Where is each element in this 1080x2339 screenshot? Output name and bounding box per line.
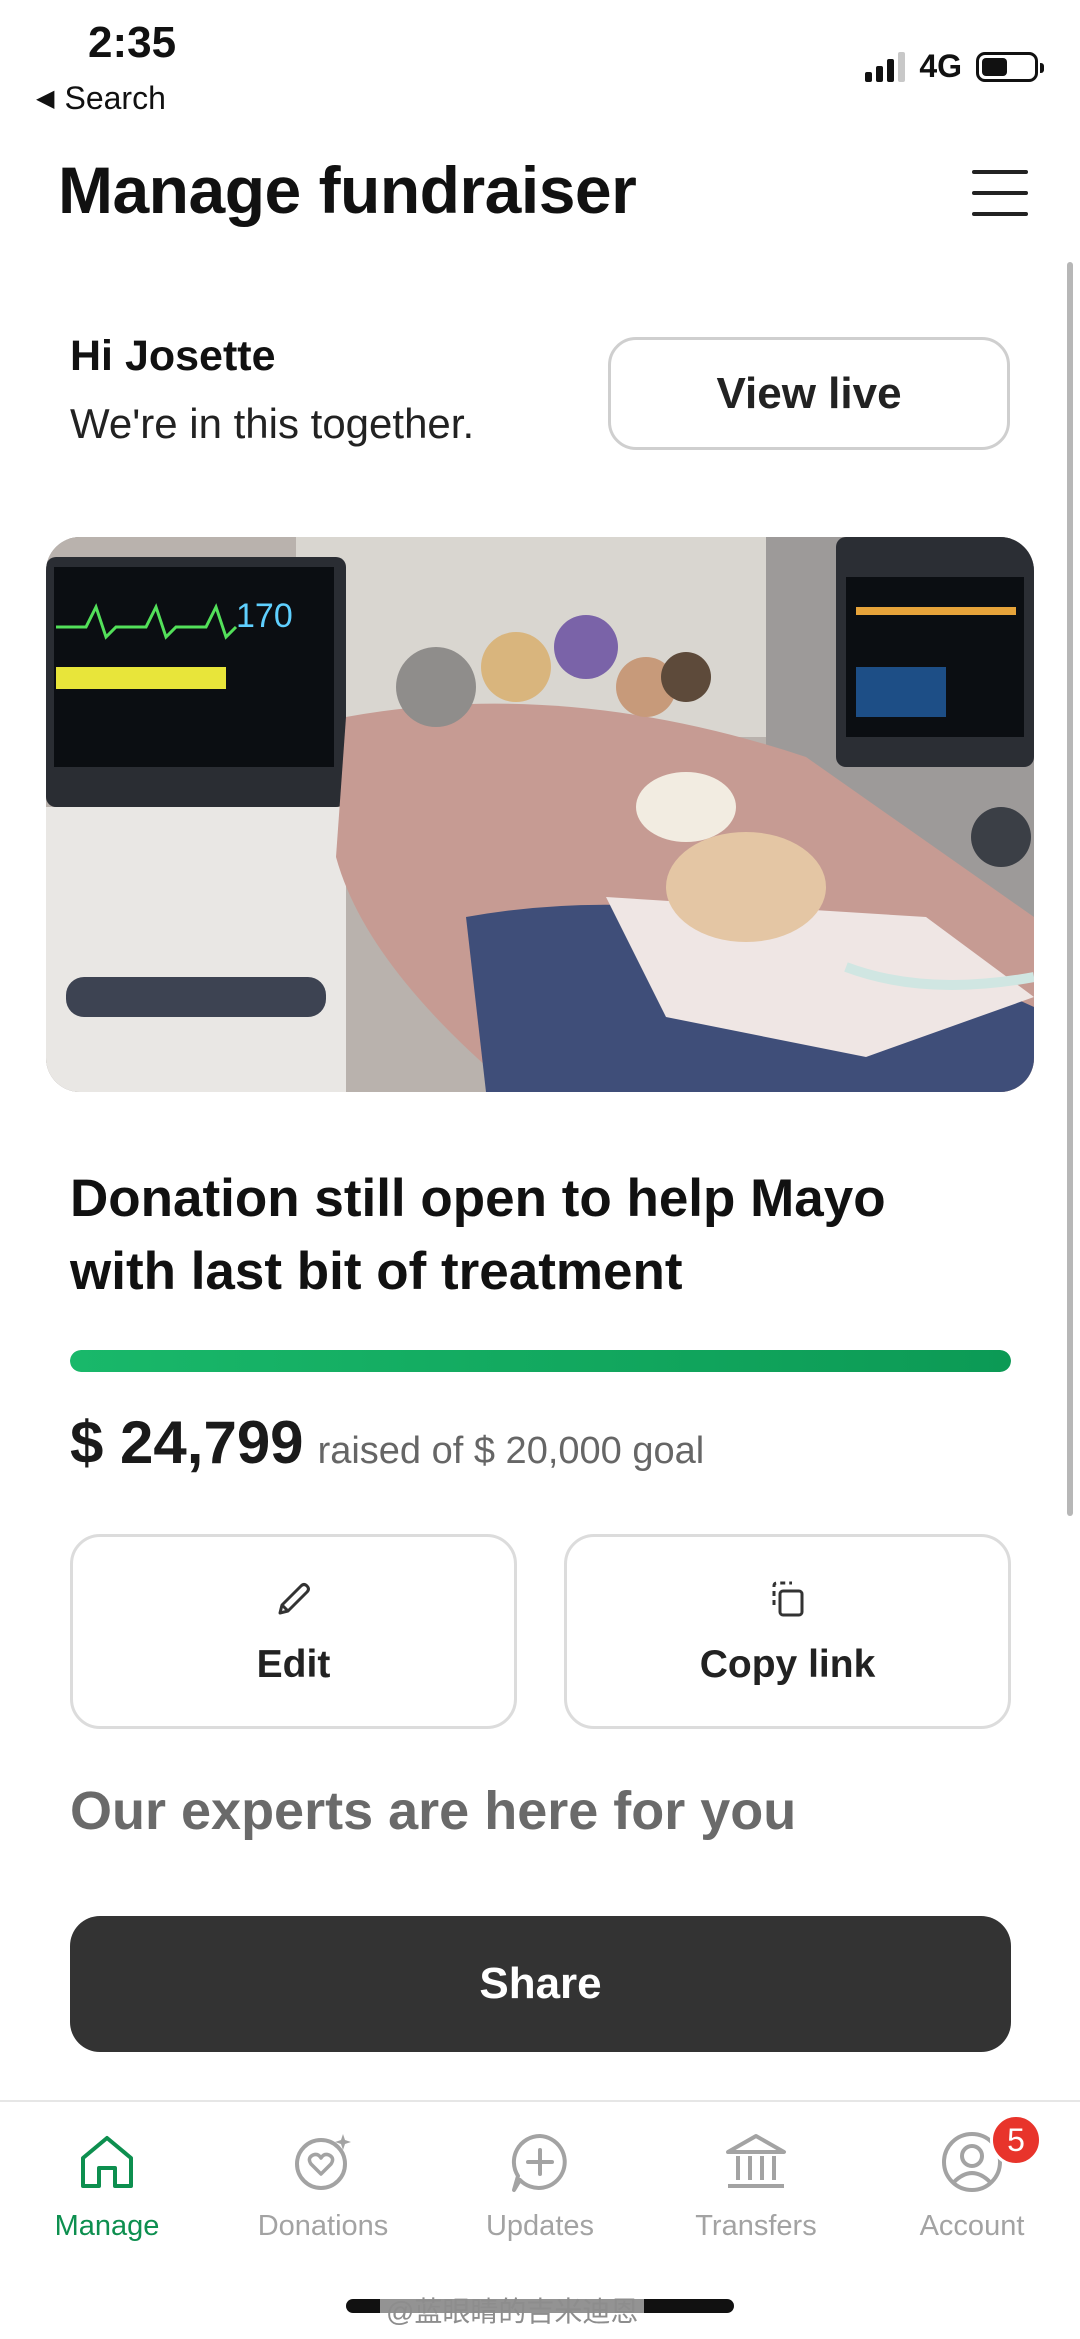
watermark: @蓝眼睛的吉米迪恩 xyxy=(380,2290,645,2330)
greeting-message: We're in this together. xyxy=(70,400,475,447)
copy-link-label: Copy link xyxy=(699,1642,876,1686)
tab-label: Donations xyxy=(257,2210,389,2242)
plus-bubble-icon xyxy=(511,2133,567,2192)
tab-transfers[interactable]: Transfers xyxy=(656,2128,856,2243)
share-button[interactable]: Share xyxy=(70,1916,1011,2052)
heart-sparkle-icon xyxy=(295,2134,351,2190)
edit-button[interactable]: Edit xyxy=(70,1534,517,1729)
monitor-readout: 170 xyxy=(236,597,293,635)
home-icon xyxy=(81,2136,133,2188)
tab-donations[interactable]: Donations xyxy=(223,2128,423,2243)
pencil-icon xyxy=(278,1582,310,1614)
edit-label: Edit xyxy=(256,1642,331,1686)
tab-manage[interactable]: Manage xyxy=(7,2128,207,2243)
status-time: 2:35 xyxy=(88,18,177,67)
copy-icon xyxy=(772,1581,803,1616)
progress-bar xyxy=(70,1350,1011,1372)
signal-icon xyxy=(865,51,906,82)
hamburger-icon[interactable] xyxy=(972,170,1028,216)
notification-badge: 5 xyxy=(990,2114,1042,2166)
view-live-button[interactable]: View live xyxy=(608,337,1010,450)
tab-updates[interactable]: Updates xyxy=(440,2128,640,2243)
fundraiser-photo-illustration: 170 xyxy=(46,537,1034,1092)
triangle-left-icon: ◀ xyxy=(36,85,55,112)
scrollbar[interactable] xyxy=(1067,262,1073,1516)
goal-text: raised of $ 20,000 goal xyxy=(317,1430,705,1472)
back-to-search[interactable]: ◀ Search xyxy=(36,80,166,117)
fundraiser-photo: 170 xyxy=(46,537,1034,1092)
tab-account[interactable]: 5 Account xyxy=(872,2114,1072,2243)
tab-label: Updates xyxy=(485,2210,594,2242)
network-label: 4G xyxy=(919,48,962,84)
back-label: Search xyxy=(64,80,166,116)
status-indicators: 4G xyxy=(865,48,1044,85)
tab-label: Transfers xyxy=(695,2210,817,2242)
copy-link-button[interactable]: Copy link xyxy=(564,1534,1011,1729)
battery-icon xyxy=(976,51,1044,82)
raised-summary: $ 24,799 raised of $ 20,000 goal xyxy=(70,1408,704,1477)
experts-heading: Our experts are here for you xyxy=(70,1781,797,1841)
campaign-title: Donation still open to help Mayo with la… xyxy=(70,1169,886,1301)
tab-label: Account xyxy=(919,2210,1025,2242)
tab-label: Manage xyxy=(54,2210,160,2242)
greeting-name: Hi Josette xyxy=(70,332,276,380)
progress-bar-fill xyxy=(70,1350,1011,1372)
page-title: Manage fundraiser xyxy=(58,153,637,227)
bank-icon xyxy=(726,2134,786,2188)
raised-amount: $ 24,799 xyxy=(70,1409,304,1476)
